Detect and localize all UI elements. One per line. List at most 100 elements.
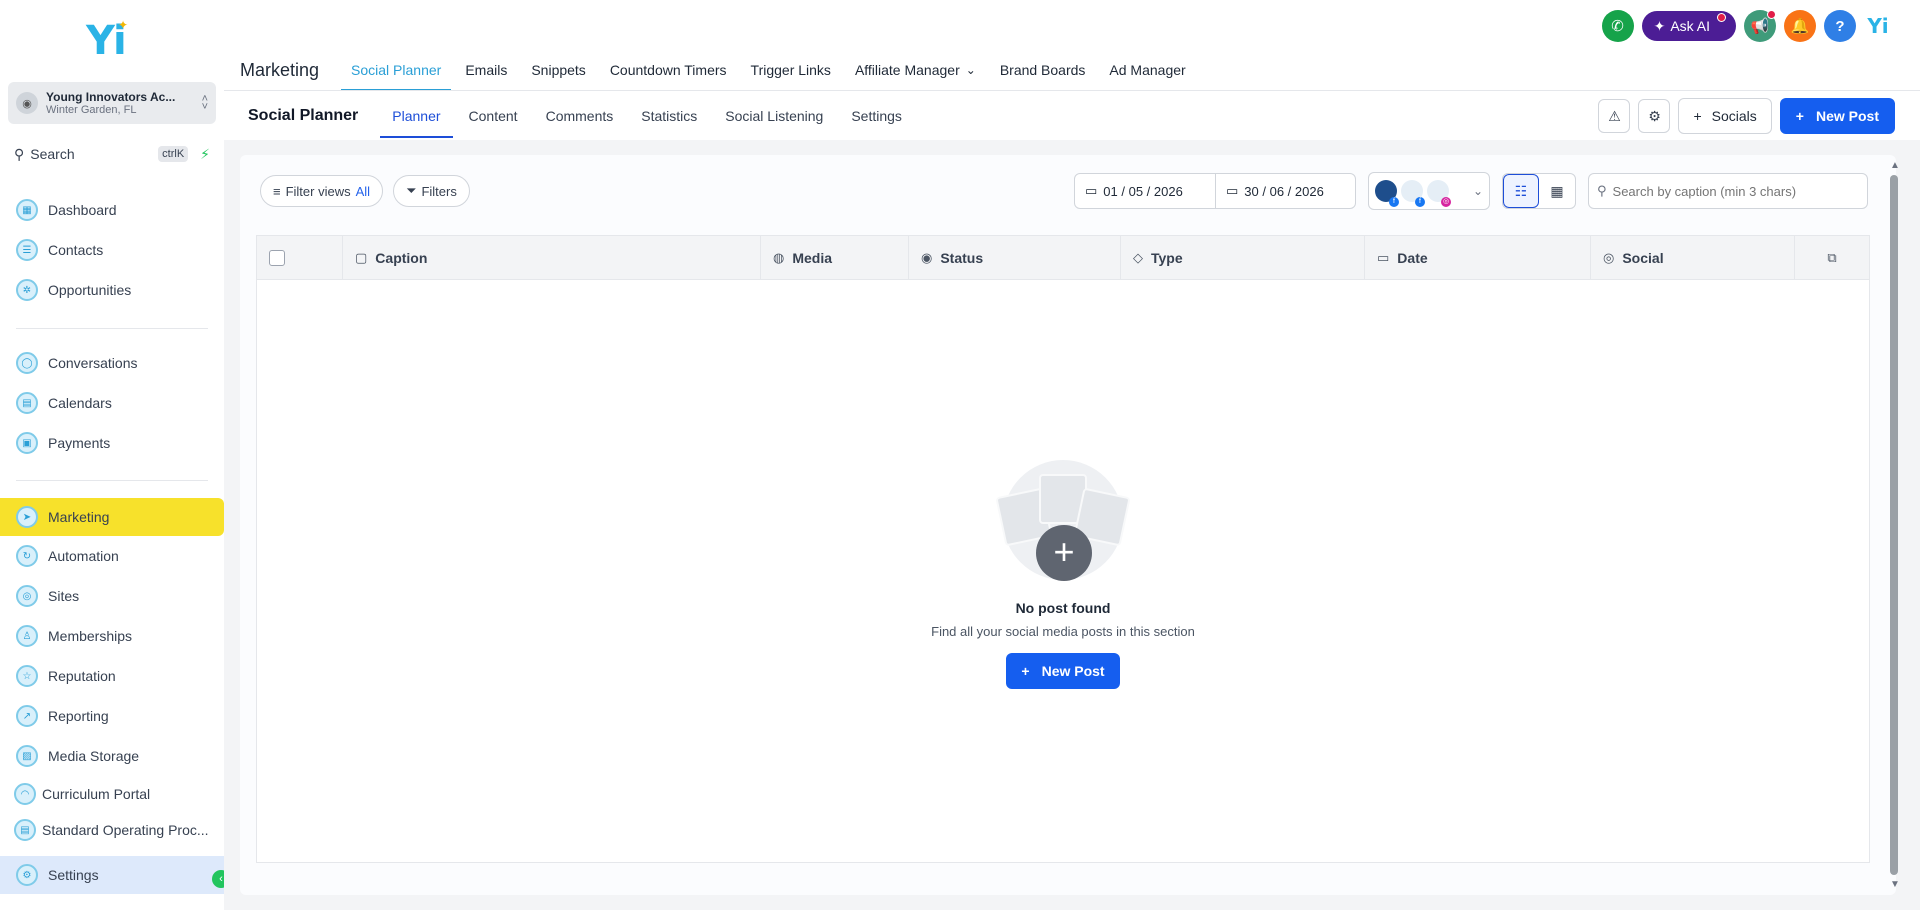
chevron-down-icon: ⌄ <box>1472 184 1483 198</box>
shortcut-badge: ctrlK <box>158 146 189 162</box>
list-view-icon[interactable]: ☷ <box>1503 174 1539 208</box>
empty-new-post-button[interactable]: + New Post <box>1006 653 1120 689</box>
sidebar-item-dashboard[interactable]: ▦ Dashboard <box>0 192 224 228</box>
tab-statistics[interactable]: Statistics <box>629 96 709 136</box>
ask-ai-button[interactable]: ✦ Ask AI <box>1641 11 1736 41</box>
feedback-button[interactable]: ⚠ <box>1598 99 1631 133</box>
megaphone-icon[interactable]: 📢 <box>1744 10 1776 42</box>
account-switcher[interactable]: ◉ Young Innovators Ac... Winter Garden, … <box>8 82 216 124</box>
tab-countdown-timers[interactable]: Countdown Timers <box>598 51 739 89</box>
tab-emails[interactable]: Emails <box>453 51 519 89</box>
sidebar-item-automation[interactable]: ↻ Automation <box>0 538 224 574</box>
sidebar-item-sop[interactable]: ▤ Standard Operating Proc... <box>0 812 224 848</box>
account-location: Winter Garden, FL <box>46 104 137 116</box>
tab-content[interactable]: Content <box>457 96 530 136</box>
sidebar-item-reputation[interactable]: ☆ Reputation <box>0 658 224 694</box>
scroll-down-icon[interactable]: ▼ <box>1890 879 1900 890</box>
scrollbar[interactable]: ▲ ▼ <box>1890 160 1900 890</box>
globe-icon: ◎ <box>16 585 38 607</box>
tab-comments[interactable]: Comments <box>534 96 626 136</box>
notification-dot <box>1717 12 1726 22</box>
sidebar-item-calendars[interactable]: ▤ Calendars <box>0 385 224 421</box>
tab-snippets[interactable]: Snippets <box>519 51 597 89</box>
tab-affiliate-manager[interactable]: Affiliate Manager ⌄ <box>843 51 988 89</box>
table-header: ▢ Caption ◍ Media ◉ Status ◇ Type ▭ Date… <box>257 236 1869 280</box>
automation-icon: ↻ <box>16 545 38 567</box>
filters-button[interactable]: ⏷ Filters <box>393 175 470 207</box>
account-name: Young Innovators Ac... <box>46 90 176 104</box>
sidebar-item-curriculum-portal[interactable]: ◠ Curriculum Portal <box>0 776 224 812</box>
sparkle-icon: ✦ <box>1653 17 1666 34</box>
search-icon: ⚲ <box>14 145 25 162</box>
profile-logo[interactable]: Yi <box>1864 14 1892 38</box>
sidebar-item-conversations[interactable]: ◯ Conversations <box>0 345 224 381</box>
sidebar-item-marketing[interactable]: ➤ Marketing <box>0 498 224 536</box>
empty-illustration: + <box>978 460 1148 581</box>
tab-brand-boards[interactable]: Brand Boards <box>988 51 1098 89</box>
new-post-button[interactable]: + New Post <box>1779 98 1895 134</box>
settings-button[interactable]: ⚙ <box>1638 99 1671 133</box>
socials-button[interactable]: + Socials <box>1678 98 1772 134</box>
select-all-checkbox[interactable] <box>269 250 285 266</box>
company-logo[interactable]: ✦ Yi <box>86 18 132 64</box>
bell-icon[interactable]: 🔔 <box>1784 10 1816 42</box>
sidebar-item-memberships[interactable]: ♙ Memberships <box>0 618 224 654</box>
planner-actions: ⚠ ⚙ + Socials + New Post <box>1598 98 1895 134</box>
scroll-up-icon[interactable]: ▲ <box>1890 160 1900 171</box>
sidebar-item-payments[interactable]: ▣ Payments <box>0 425 224 461</box>
topbar-actions: ✆ ✦ Ask AI 📢 🔔 ? Yi <box>1601 10 1892 42</box>
column-media[interactable]: ◍ Media <box>761 236 909 280</box>
sidebar-item-settings[interactable]: ⚙ Settings <box>0 856 224 894</box>
calendar-view-icon[interactable]: ▦ <box>1539 174 1575 208</box>
tab-settings[interactable]: Settings <box>839 96 914 136</box>
account-avatar: f <box>1375 180 1399 207</box>
sidebar-item-contacts[interactable]: ☰ Contacts <box>0 232 224 268</box>
date-range-picker[interactable]: ▭ 01 / 05 / 2026 ▭ 30 / 06 / 2026 <box>1074 173 1356 209</box>
sidebar-item-media-storage[interactable]: ▨ Media Storage <box>0 738 224 774</box>
column-status[interactable]: ◉ Status <box>909 236 1121 280</box>
column-caption[interactable]: ▢ Caption <box>343 236 761 280</box>
sidebar-item-reporting[interactable]: ↗ Reporting <box>0 698 224 734</box>
phone-icon[interactable]: ✆ <box>1601 10 1634 42</box>
date-to[interactable]: ▭ 30 / 06 / 2026 <box>1215 174 1355 208</box>
dashboard-icon: ▦ <box>16 199 38 221</box>
scrollbar-thumb[interactable] <box>1890 175 1898 875</box>
tab-planner[interactable]: Planner <box>380 96 453 138</box>
calendar-icon: ▤ <box>16 392 38 414</box>
column-social[interactable]: ◎ Social <box>1591 236 1795 280</box>
social-account-selector[interactable]: f f ◎ ⌄ <box>1368 172 1490 210</box>
column-date[interactable]: ▭ Date <box>1365 236 1591 280</box>
tab-social-planner[interactable]: Social Planner <box>339 51 453 91</box>
tab-ad-manager[interactable]: Ad Manager <box>1097 51 1197 89</box>
sidebar-item-opportunities[interactable]: ✲ Opportunities <box>0 272 224 308</box>
plus-icon: + <box>1693 108 1702 124</box>
column-settings[interactable]: ⧉ <box>1795 236 1869 280</box>
calendar-icon: ▭ <box>1226 183 1239 198</box>
logo-spark-icon: ✦ <box>118 18 129 32</box>
section-title: Marketing <box>240 59 320 80</box>
filter-views-button[interactable]: ≡ Filter views All <box>260 175 384 207</box>
tab-trigger-links[interactable]: Trigger Links <box>739 51 843 89</box>
add-post-icon[interactable]: + <box>1036 525 1092 581</box>
tab-social-listening[interactable]: Social Listening <box>713 96 835 136</box>
sub-nav: Social Planner Planner Content Comments … <box>240 96 918 138</box>
sidebar-item-sites[interactable]: ◎ Sites <box>0 578 224 614</box>
caption-search: ⚲ <box>1588 173 1868 209</box>
help-icon[interactable]: ? <box>1824 10 1856 42</box>
sidebar: ✦ Yi ◉ Young Innovators Ac... Winter Gar… <box>0 0 224 910</box>
payments-icon: ▣ <box>16 432 38 454</box>
sidebar-search[interactable]: ⚲ Search ctrlK ⚡ <box>8 140 216 168</box>
date-from[interactable]: ▭ 01 / 05 / 2026 <box>1075 174 1215 208</box>
chevron-down-icon: ⌄ <box>965 63 976 77</box>
chevron-up-down-icon: ˄ ˅ <box>201 93 208 113</box>
account-avatar: f <box>1401 180 1425 207</box>
column-type[interactable]: ◇ Type <box>1121 236 1365 280</box>
calendar-icon: ▭ <box>1085 183 1098 198</box>
caption-search-input[interactable] <box>1612 183 1859 199</box>
gear-icon: ⚙ <box>16 864 38 886</box>
calendar-icon: ▭ <box>1377 250 1390 265</box>
text-icon: ▢ <box>355 250 368 265</box>
bolt-icon[interactable]: ⚡ <box>200 146 210 163</box>
filter-toolbar: ≡ Filter views All ⏷ Filters <box>260 175 470 207</box>
document-icon: ▤ <box>14 819 36 841</box>
